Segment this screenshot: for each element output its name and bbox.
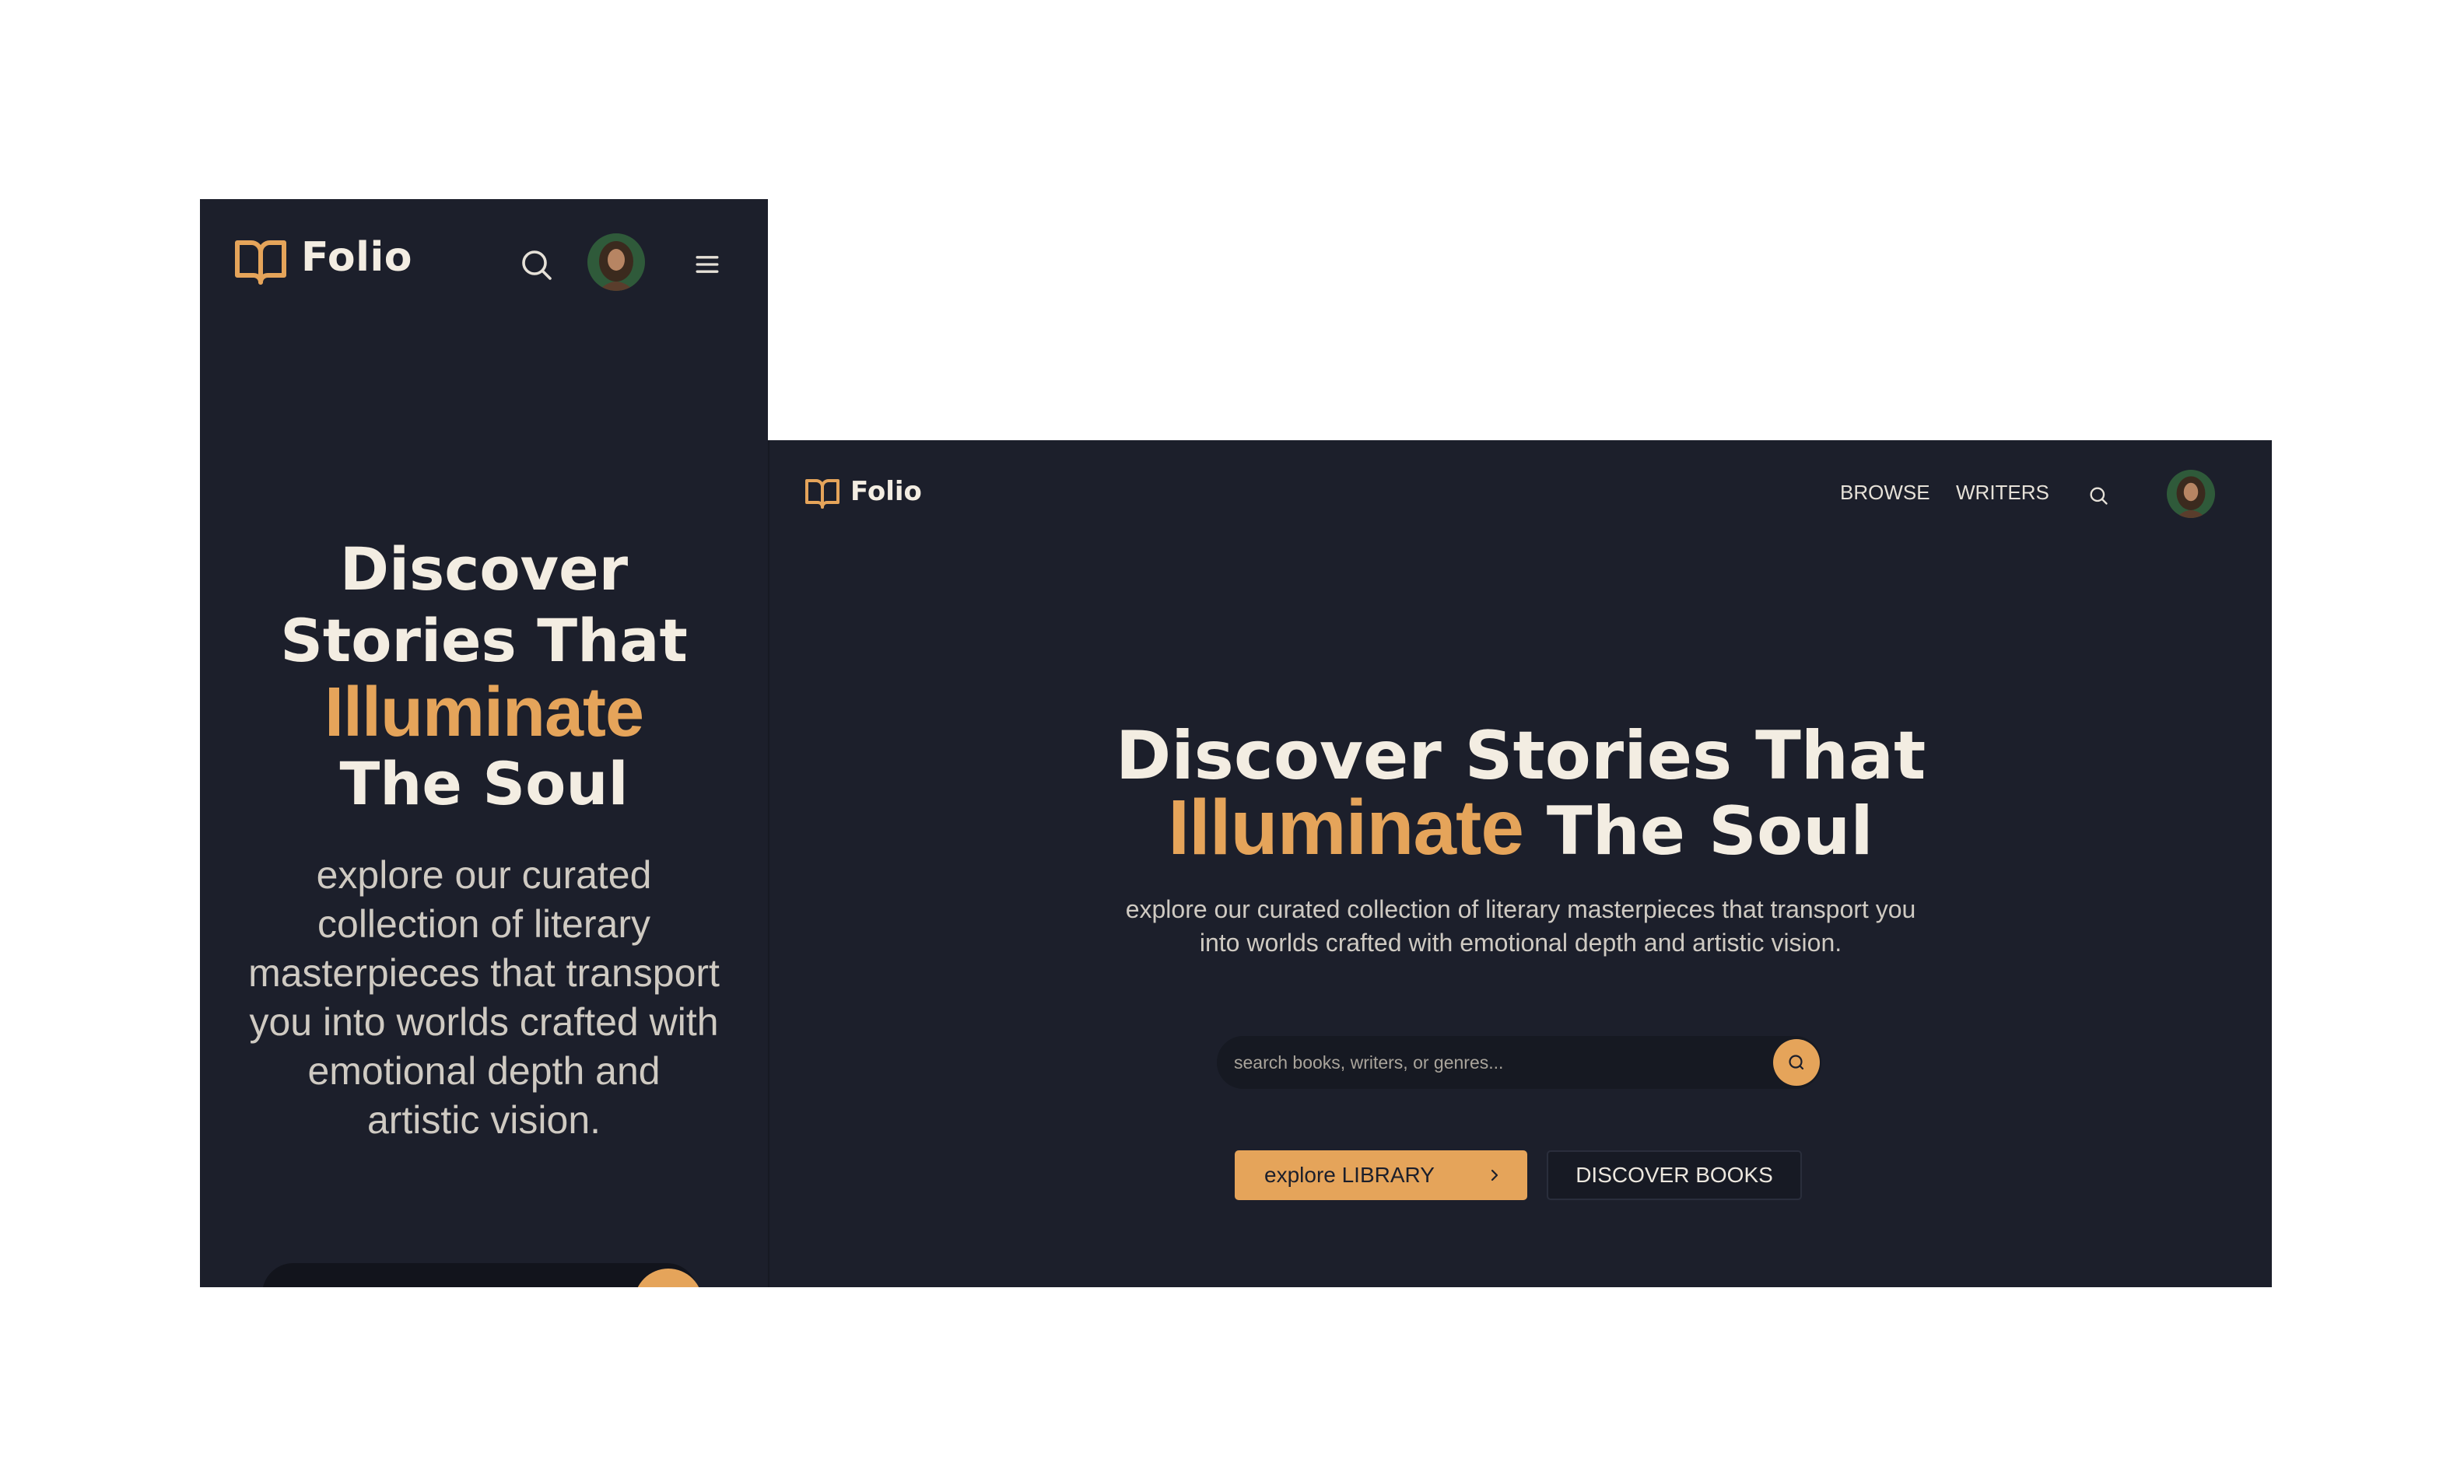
hero-title: Discover Stories That Illuminate The Sou… — [200, 534, 768, 820]
hero-title-accent: Illuminate — [324, 674, 644, 751]
hero-title-accent: Illuminate — [1168, 784, 1524, 871]
desktop-view: Folio BROWSE WRITERS Discover Stories Th… — [768, 440, 2272, 1287]
mobile-view: Folio Discover Stories That Illuminate T… — [200, 199, 768, 1287]
hero-title-part2: The Soul — [1546, 793, 1873, 870]
hero-title-line2: Stories That — [280, 606, 688, 675]
hero-description: explore our curated collection of litera… — [248, 853, 720, 1142]
brand-name[interactable]: Folio — [301, 234, 412, 281]
search-icon — [1789, 1055, 1804, 1070]
hero-title-part1: Discover Stories That — [1115, 717, 1926, 795]
hero-title-line1: Discover — [339, 534, 629, 604]
mobile-header: Folio — [200, 199, 768, 324]
search-input[interactable] — [262, 1263, 698, 1287]
hamburger-menu-icon[interactable] — [690, 247, 724, 282]
nav-writers-link[interactable]: WRITERS — [1956, 481, 2049, 505]
user-avatar[interactable] — [587, 233, 645, 291]
chevron-right-icon — [1485, 1166, 1504, 1185]
user-avatar[interactable] — [2167, 470, 2215, 518]
discover-books-button[interactable]: DISCOVER BOOKS — [1547, 1150, 1802, 1200]
search-submit-button[interactable] — [1773, 1039, 1820, 1086]
hero-title-line4: The Soul — [339, 749, 629, 818]
search-icon[interactable] — [517, 246, 555, 283]
hero-title: Discover Stories That Illuminate The Sou… — [769, 720, 2272, 867]
nav-browse-link[interactable]: BROWSE — [1840, 481, 1930, 505]
hero-description: explore our curated collection of litera… — [1125, 895, 1916, 957]
open-book-icon[interactable] — [233, 233, 289, 289]
brand-name[interactable]: Folio — [850, 476, 922, 507]
explore-library-button[interactable]: explore LIBRARY — [1235, 1150, 1527, 1200]
search-input[interactable] — [1217, 1036, 1821, 1089]
open-book-icon[interactable] — [804, 474, 841, 512]
search-icon[interactable] — [2087, 485, 2109, 506]
explore-library-label: explore LIBRARY — [1264, 1163, 1435, 1187]
